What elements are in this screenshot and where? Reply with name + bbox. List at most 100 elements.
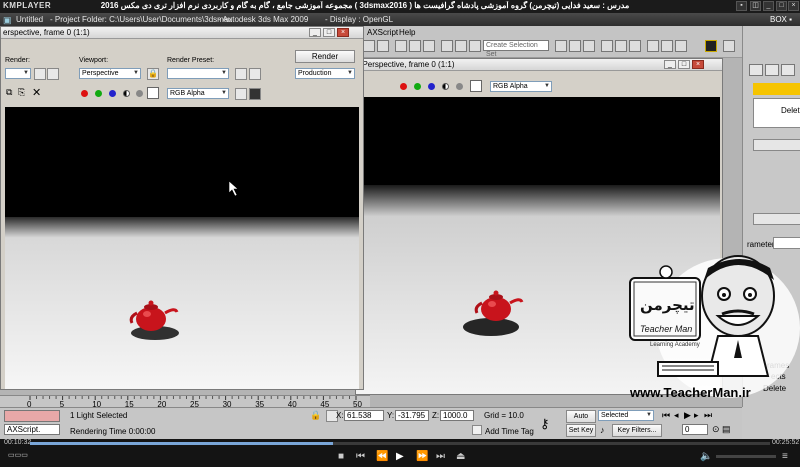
go-to-start-icon[interactable]: ⏮: [662, 410, 670, 421]
green-channel-icon[interactable]: [95, 90, 102, 97]
video-settings-icon[interactable]: ▭▭▭: [8, 451, 28, 459]
close-icon[interactable]: ×: [337, 28, 349, 37]
alpha-channel-icon[interactable]: [136, 90, 143, 97]
active-tool-icon[interactable]: [705, 40, 717, 52]
key-mode-icon[interactable]: ⊙: [712, 424, 720, 435]
alpha-channel-icon[interactable]: [456, 83, 463, 90]
previous-frame-icon[interactable]: ◂: [674, 410, 679, 421]
toggle-ui-icon[interactable]: [235, 88, 247, 100]
bind-icon[interactable]: [423, 40, 435, 52]
menu-maxscript[interactable]: AXScript: [367, 28, 398, 37]
stop-icon[interactable]: ■: [338, 451, 344, 462]
viewport-dropdown[interactable]: Perspective: [79, 68, 141, 79]
lock-icon[interactable]: 🔒: [147, 68, 159, 80]
minimize-icon[interactable]: _: [664, 60, 676, 69]
auto-key-button[interactable]: Auto Key: [566, 410, 596, 431]
mono-channel-icon[interactable]: [123, 90, 130, 97]
default-in-out-icon[interactable]: ♪: [600, 425, 605, 435]
maximize-icon[interactable]: □: [776, 1, 787, 11]
maximize-icon[interactable]: □: [678, 60, 690, 69]
toolbar-extra-icon[interactable]: [723, 40, 735, 52]
redo-icon[interactable]: [377, 40, 389, 52]
clear-icon[interactable]: ✕: [32, 86, 41, 99]
maxscript-listener-top[interactable]: [4, 410, 60, 422]
key-icon[interactable]: ⚷: [540, 416, 550, 432]
kmplayer-logo[interactable]: KMPLAYER: [3, 1, 51, 10]
z-coordinate-field[interactable]: 1000.0: [440, 410, 474, 421]
edit-region-icon[interactable]: [34, 68, 46, 80]
selection-set-dropdown[interactable]: Create Selection Set: [483, 40, 549, 58]
close-icon[interactable]: ×: [692, 60, 704, 69]
production-dropdown[interactable]: Production: [295, 68, 355, 79]
red-channel-icon[interactable]: [81, 90, 88, 97]
blue-channel-icon[interactable]: [428, 83, 435, 90]
display-mode-icon[interactable]: [249, 88, 261, 100]
next-icon[interactable]: ⏭: [436, 451, 445, 462]
time-tag-icon[interactable]: [472, 425, 482, 435]
mirror-icon[interactable]: [555, 40, 567, 52]
mono-channel-icon[interactable]: [442, 83, 449, 90]
render-button[interactable]: Render: [295, 50, 355, 63]
blue-channel-icon[interactable]: [109, 90, 116, 97]
quick-render-icon[interactable]: [675, 40, 687, 52]
timeline-ruler[interactable]: 0 5 10 15 20 25 30 35 40 45 50: [0, 395, 370, 409]
close-icon[interactable]: ×: [788, 1, 799, 11]
link-icon[interactable]: [395, 40, 407, 52]
panel-button[interactable]: [753, 213, 800, 225]
maximize-icon[interactable]: □: [323, 28, 335, 37]
panel-dropdown[interactable]: [773, 237, 800, 249]
max-window-controls[interactable]: BOX ▪: [770, 15, 792, 24]
minimize-icon[interactable]: _: [309, 28, 321, 37]
panel-field[interactable]: [753, 139, 800, 151]
color-swatch[interactable]: [147, 87, 159, 99]
auto-region-icon[interactable]: [47, 68, 59, 80]
channel-display-dropdown[interactable]: RGB Alpha: [167, 88, 229, 99]
menu-help[interactable]: Help: [399, 28, 415, 37]
maxscript-listener[interactable]: AXScript.: [4, 424, 60, 435]
volume-icon[interactable]: 🔈: [700, 451, 712, 462]
volume-slider[interactable]: [716, 455, 776, 458]
panel-tab-icon[interactable]: [765, 64, 779, 76]
rewind-icon[interactable]: ⏪: [376, 451, 388, 462]
panel-tab-icon[interactable]: [749, 64, 763, 76]
curve-editor-icon[interactable]: [601, 40, 613, 52]
next-frame-icon[interactable]: ▸: [694, 410, 699, 421]
pin-icon[interactable]: ▪: [736, 1, 747, 11]
open-icon[interactable]: ⏏: [456, 451, 465, 462]
key-selection-dropdown[interactable]: Selected: [598, 410, 654, 421]
align-icon[interactable]: [569, 40, 581, 52]
color-swatch[interactable]: [470, 80, 482, 92]
key-filters-button[interactable]: Key Filters...: [612, 424, 662, 437]
go-to-end-icon[interactable]: ⏭: [704, 410, 712, 421]
red-channel-icon[interactable]: [400, 83, 407, 90]
previous-icon[interactable]: ⏮: [356, 451, 365, 462]
time-config-icon[interactable]: ▤: [722, 424, 731, 435]
render-area-dropdown[interactable]: [5, 68, 31, 79]
save-image-icon[interactable]: ⧉: [6, 87, 12, 98]
max-app-icon[interactable]: ▣: [3, 15, 12, 26]
unlink-icon[interactable]: [409, 40, 421, 52]
environment-icon[interactable]: [249, 68, 261, 80]
panel-tab-icon[interactable]: [781, 64, 795, 76]
play-icon[interactable]: ▶: [684, 410, 691, 421]
material-editor-icon[interactable]: [629, 40, 641, 52]
set-key-button[interactable]: Set Key: [566, 424, 596, 437]
schematic-icon[interactable]: [615, 40, 627, 52]
mini-icon[interactable]: ◫: [750, 1, 761, 11]
x-coordinate-field[interactable]: 61.538: [344, 410, 384, 421]
green-channel-icon[interactable]: [414, 83, 421, 90]
play-pause-icon[interactable]: ▶: [396, 451, 404, 462]
rotate-icon[interactable]: [469, 40, 481, 52]
seek-bar[interactable]: [30, 442, 770, 445]
copy-image-icon[interactable]: ⎘: [18, 87, 25, 98]
forward-icon[interactable]: ⏩: [416, 451, 428, 462]
rendered-frame-icon[interactable]: [661, 40, 673, 52]
lock-selection-icon[interactable]: 🔒: [310, 410, 321, 421]
channel-display-dropdown[interactable]: RGB Alpha: [490, 81, 552, 92]
current-frame-field[interactable]: 0: [682, 424, 708, 435]
delete-label[interactable]: Delete: [781, 106, 800, 115]
color-swatch[interactable]: [753, 83, 800, 95]
render-preset-dropdown[interactable]: [167, 68, 229, 79]
minimize-icon[interactable]: _: [763, 1, 774, 11]
move-icon[interactable]: [455, 40, 467, 52]
